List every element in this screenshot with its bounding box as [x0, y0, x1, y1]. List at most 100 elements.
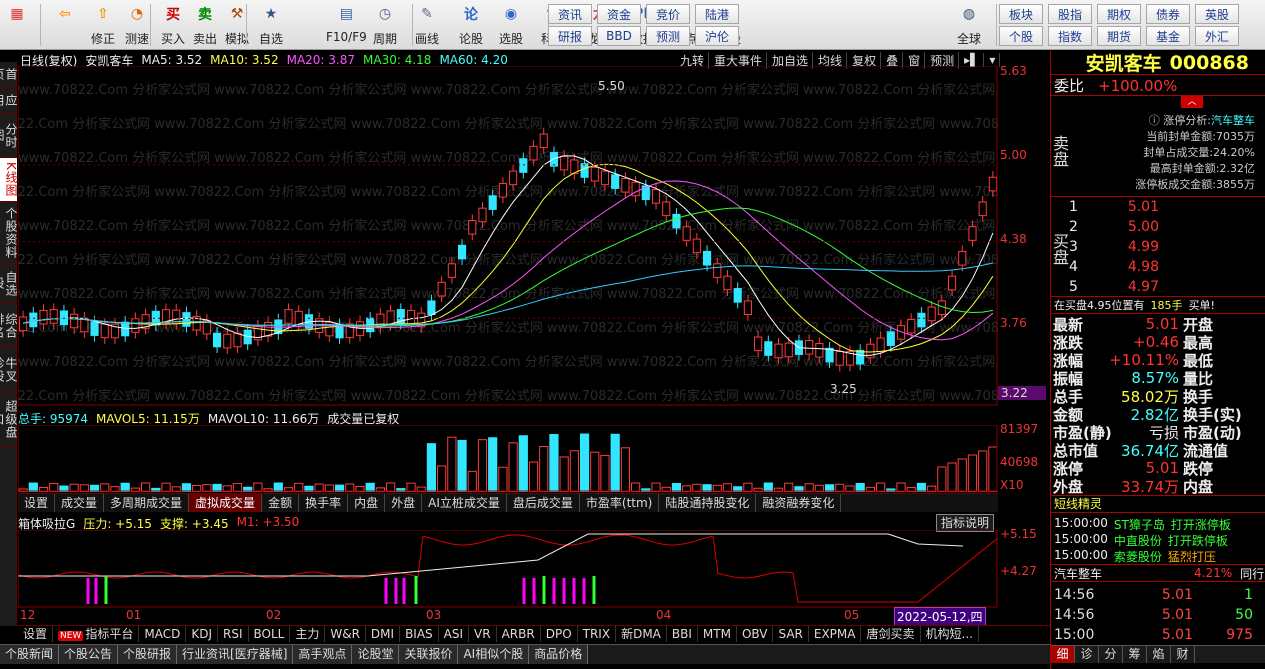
- indicator-chart[interactable]: [18, 530, 998, 608]
- indicator-tab[interactable]: SAR: [773, 626, 809, 642]
- leftnav-item[interactable]: 牛叉诊股: [0, 348, 18, 392]
- volume-subtab[interactable]: 虚拟成交量: [189, 494, 263, 512]
- indicator-tab[interactable]: EXPMA: [809, 626, 862, 642]
- indicator-tab[interactable]: BBI: [667, 626, 698, 642]
- bottom-tab[interactable]: 关联报价: [399, 645, 459, 664]
- indicator-tab[interactable]: ARBR: [497, 626, 541, 642]
- windows-icon-toolbar-button[interactable]: ▦: [4, 2, 30, 48]
- indicator-tab[interactable]: 设置: [18, 626, 54, 642]
- toolbar-quick-button[interactable]: 板块: [999, 4, 1043, 24]
- 买入-toolbar-button[interactable]: 买买入: [160, 2, 186, 48]
- volume-subtab[interactable]: 外盘: [385, 494, 423, 512]
- bottom-tab[interactable]: 商品价格: [529, 645, 589, 664]
- indicator-tab[interactable]: MTM: [698, 626, 737, 642]
- 自选-toolbar-button[interactable]: ★ 自选: [258, 2, 284, 48]
- toolbar-quick-button[interactable]: 英股: [1195, 4, 1239, 24]
- indicator-tab[interactable]: ASI: [439, 626, 470, 642]
- toolbar-quick-button[interactable]: 竞价: [646, 4, 690, 24]
- right-tab[interactable]: 细: [1051, 646, 1075, 663]
- kline-chart[interactable]: www.70822.Com 分析家公式网 www.70822.Com 分析家公式…: [18, 66, 998, 406]
- toolbar-quick-button[interactable]: 债券: [1146, 4, 1190, 24]
- 全球-toolbar-button[interactable]: ◍ 全球: [956, 2, 982, 48]
- short-line-row[interactable]: 15:00:00 中直股份 打开跌停板: [1051, 532, 1265, 549]
- toolbar-quick-button[interactable]: 预测: [646, 26, 690, 46]
- volume-subtab[interactable]: 融资融券变化: [756, 494, 842, 512]
- bottom-tab[interactable]: 高手观点: [293, 645, 353, 664]
- toolbar-quick-button[interactable]: 研报: [548, 26, 592, 46]
- indicator-tab[interactable]: TRIX: [578, 626, 617, 642]
- leftnav-item[interactable]: 个股资料: [0, 202, 18, 264]
- indicator-tab[interactable]: 主力: [290, 626, 326, 642]
- indicator-tab[interactable]: BOLL: [249, 626, 291, 642]
- right-tab[interactable]: 财: [1171, 646, 1195, 663]
- collapse-icon[interactable]: ︿: [1181, 96, 1203, 108]
- volume-subtab[interactable]: AI立桩成交量: [422, 494, 507, 512]
- toolbar-quick-button[interactable]: BBD: [597, 26, 641, 46]
- arrow-icon[interactable]: ▸▌: [964, 53, 985, 67]
- leftnav-item[interactable]: 自选股: [0, 264, 18, 304]
- indicator-tab[interactable]: 新DMA: [616, 626, 667, 642]
- 论股-toolbar-button[interactable]: 论论股: [458, 2, 484, 48]
- leftnav-item[interactable]: 超级盘口: [0, 392, 18, 448]
- indicator-tab[interactable]: DPO: [541, 626, 578, 642]
- volume-subtab[interactable]: 陆股通持股变化: [659, 494, 757, 512]
- indicator-tab[interactable]: 机构短...: [921, 626, 979, 642]
- indicator-tab[interactable]: KDJ: [186, 626, 218, 642]
- bottom-tab[interactable]: 论股堂: [352, 645, 400, 664]
- short-line-row[interactable]: 15:00:00 ST獐子岛 打开涨停板: [1051, 516, 1265, 533]
- toolbar-quick-button[interactable]: 指数: [1048, 26, 1092, 46]
- indicator-tab[interactable]: OBV: [737, 626, 774, 642]
- bottom-tab[interactable]: 个股研报: [118, 645, 178, 664]
- toolbar-quick-button[interactable]: 资金: [597, 4, 641, 24]
- indicator-tab[interactable]: W&R: [325, 626, 366, 642]
- toolbar-quick-button[interactable]: 期权: [1097, 4, 1141, 24]
- bottom-tab[interactable]: 行业资讯[医疗器械]: [177, 645, 294, 664]
- 测速-toolbar-button[interactable]: ◔ 测速: [124, 2, 150, 48]
- short-line-row[interactable]: 15:00:00 索菱股份 猛烈打压: [1051, 548, 1265, 565]
- bottom-tab[interactable]: AI相似个股: [458, 645, 530, 664]
- right-tab[interactable]: 诊: [1075, 646, 1099, 663]
- volume-subtab[interactable]: 内盘: [348, 494, 386, 512]
- toolbar-quick-button[interactable]: 个股: [999, 26, 1043, 46]
- leftnav-item[interactable]: 分时图: [0, 114, 18, 158]
- chevron-down-icon[interactable]: ▾: [989, 53, 1001, 67]
- leftnav-item[interactable]: 综合排名: [0, 304, 18, 348]
- indicator-tab[interactable]: 唐剑买卖: [861, 626, 921, 642]
- leftnav-item[interactable]: 首页: [0, 62, 18, 88]
- 周期-toolbar-button[interactable]: ◷ 周期: [372, 2, 398, 48]
- 画线-toolbar-button[interactable]: ✎ 画线: [414, 2, 440, 48]
- volume-chart[interactable]: [18, 425, 998, 492]
- indicator-tab[interactable]: BIAS: [400, 626, 439, 642]
- right-tab[interactable]: 分: [1099, 646, 1123, 663]
- industry-row[interactable]: 汽车整车 4.21% 同行: [1051, 564, 1265, 582]
- indicator-tab[interactable]: NEW 指标平台: [53, 626, 140, 642]
- indicator-tab[interactable]: DMI: [366, 626, 401, 642]
- F10/F9-toolbar-button[interactable]: ▤ F10/F9: [326, 2, 367, 48]
- toolbar-quick-button[interactable]: 期货: [1097, 26, 1141, 46]
- toolbar-quick-button[interactable]: 资讯: [548, 4, 592, 24]
- 选股-toolbar-button[interactable]: ◉ 选股: [498, 2, 524, 48]
- 卖出-toolbar-button[interactable]: 卖卖出: [192, 2, 218, 48]
- toolbar-quick-button[interactable]: 基金: [1146, 26, 1190, 46]
- volume-subtab[interactable]: 设置: [18, 494, 56, 512]
- volume-subtab[interactable]: 金额: [262, 494, 300, 512]
- indicator-tab[interactable]: MACD: [139, 626, 187, 642]
- toolbar-quick-button[interactable]: 陆港: [695, 4, 739, 24]
- bottom-tab[interactable]: 个股新闻: [0, 645, 60, 664]
- leftnav-item[interactable]: K线图: [0, 158, 18, 202]
- volume-subtab[interactable]: 成交量: [55, 494, 105, 512]
- 修正-toolbar-button[interactable]: ⇧ 修正: [90, 2, 116, 48]
- bottom-tab[interactable]: 个股公告: [59, 645, 119, 664]
- toolbar-quick-button[interactable]: 外汇: [1195, 26, 1239, 46]
- leftnav-item[interactable]: 应用: [0, 88, 18, 114]
- volume-subtab[interactable]: 换手率: [299, 494, 349, 512]
- right-tab[interactable]: 筹: [1123, 646, 1147, 663]
- back-arrow-icon-toolbar-button[interactable]: ⇦: [52, 2, 78, 48]
- right-tab[interactable]: 焰: [1147, 646, 1171, 663]
- indicator-tab[interactable]: RSI: [218, 626, 249, 642]
- volume-subtab[interactable]: 市盈率(ttm): [580, 494, 660, 512]
- indicator-tab[interactable]: VR: [469, 626, 497, 642]
- toolbar-quick-button[interactable]: 股指: [1048, 4, 1092, 24]
- volume-subtab[interactable]: 盘后成交量: [507, 494, 580, 512]
- toolbar-quick-button[interactable]: 沪伦: [695, 26, 739, 46]
